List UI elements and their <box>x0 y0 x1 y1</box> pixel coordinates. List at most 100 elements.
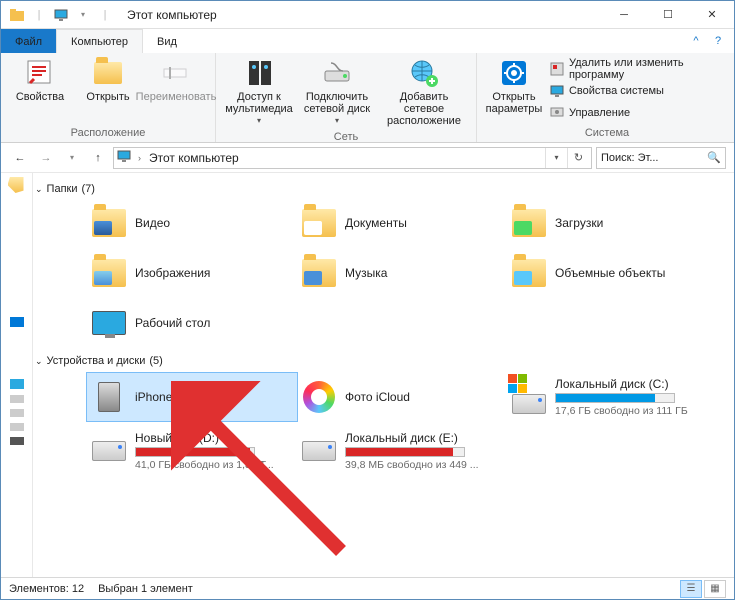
ribbon-group-network-label: Сеть <box>334 129 358 144</box>
search-box[interactable]: Поиск: Эт... 🔍 <box>596 147 726 169</box>
status-elements: Элементов: 12 <box>9 583 84 595</box>
item-name: Фото iCloud <box>345 390 410 404</box>
sidebar-item[interactable] <box>10 437 24 445</box>
title-bar: | ▾ | Этот компьютер ─ ☐ ✕ <box>1 1 734 29</box>
devices-grid: iPhone Pixel Фото iCloud Локальный диск (C… <box>35 373 724 481</box>
navigation-pane[interactable] <box>1 173 33 579</box>
item-icon <box>91 379 127 415</box>
recent-locations-button[interactable]: ▾ <box>61 147 83 169</box>
system-properties-button[interactable]: Свойства системы <box>547 81 731 101</box>
uninstall-label: Удалить или изменить программу <box>569 57 729 81</box>
folder-icon <box>511 255 547 291</box>
media-access-button[interactable]: Доступ к мультимедиа ▾ <box>222 55 296 129</box>
group-folders-count: (7) <box>81 183 94 195</box>
details-view-button[interactable]: ☰ <box>680 580 702 598</box>
sidebar-item[interactable] <box>10 423 24 431</box>
open-settings-button[interactable]: Открыть параметры <box>483 55 545 117</box>
drive-item[interactable]: Новый том (D:)41,0 ГБ свободно из 1,81 Т… <box>87 427 297 475</box>
item-icon <box>511 379 547 415</box>
chevron-down-icon: ⌄ <box>35 356 43 367</box>
media-icon <box>243 57 275 89</box>
folder-icon <box>91 305 127 341</box>
properties-label: Свойства <box>16 91 64 103</box>
icons-view-button[interactable]: ▦ <box>704 580 726 598</box>
sidebar-item[interactable] <box>8 177 26 195</box>
folder-name: Видео <box>135 216 170 230</box>
map-drive-button[interactable]: Подключить сетевой диск ▾ <box>298 55 376 129</box>
manage-button[interactable]: Управление <box>547 103 731 123</box>
group-devices-label: Устройства и диски <box>47 355 146 367</box>
drive-free-space: 17,6 ГБ свободно из 111 ГБ <box>555 405 688 417</box>
manage-icon <box>549 105 565 121</box>
back-button[interactable]: ← <box>9 147 31 169</box>
properties-button[interactable]: Свойства <box>7 55 73 105</box>
address-segment[interactable]: Этот компьютер <box>147 151 241 165</box>
sysprops-icon <box>549 83 565 99</box>
drive-free-space: 39,8 МБ свободно из 449 ... <box>345 459 479 471</box>
tab-file[interactable]: Файл <box>1 29 56 53</box>
refresh-button[interactable]: ↻ <box>567 148 589 168</box>
open-label: Открыть <box>86 91 129 103</box>
item-name: Локальный диск (E:) <box>345 431 479 445</box>
group-header-folders[interactable]: ⌄ Папки (7) <box>35 179 724 201</box>
folder-icon <box>301 205 337 241</box>
status-bar: Элементов: 12 Выбран 1 элемент ☰ ▦ <box>1 577 734 599</box>
sidebar-item[interactable] <box>10 395 24 403</box>
minimize-button[interactable]: ─ <box>602 1 646 29</box>
computer-icon <box>53 7 69 23</box>
device-item[interactable]: Фото iCloud <box>297 373 507 421</box>
open-button[interactable]: Открыть <box>75 55 141 105</box>
address-dropdown-button[interactable]: ▾ <box>545 148 567 168</box>
tab-view[interactable]: Вид <box>143 29 191 53</box>
folder-name: Объемные объекты <box>555 266 665 280</box>
group-devices-count: (5) <box>149 355 162 367</box>
sidebar-item[interactable] <box>10 317 24 327</box>
tab-computer[interactable]: Компьютер <box>56 29 143 53</box>
drive-usage-bar <box>345 447 465 457</box>
chevron-right-icon[interactable]: › <box>136 153 143 163</box>
drive-usage-bar <box>135 447 255 457</box>
qat-dropdown-icon[interactable]: ▾ <box>75 7 91 23</box>
folder-item[interactable]: Рабочий стол <box>87 301 297 345</box>
forward-button: → <box>35 147 57 169</box>
rename-button: Переименовать <box>143 55 209 105</box>
folder-item[interactable]: Изображения <box>87 251 297 295</box>
folder-item[interactable]: Документы <box>297 201 507 245</box>
add-network-location-button[interactable]: Добавить сетевое расположение <box>378 55 470 129</box>
folder-item[interactable]: Объемные объекты <box>507 251 717 295</box>
maximize-button[interactable]: ☐ <box>646 1 690 29</box>
up-button[interactable]: ↑ <box>87 147 109 169</box>
drive-item[interactable]: Локальный диск (C:) 17,6 ГБ свободно из 1… <box>507 373 717 421</box>
help-button[interactable]: ? <box>710 29 734 53</box>
folders-grid: Видео ДокументыЗагрузки ИзображенияМузыка О… <box>35 201 724 351</box>
media-label: Доступ к мультимедиа <box>225 91 293 115</box>
quick-access-toolbar: | ▾ | <box>1 7 121 23</box>
folder-item[interactable]: Музыка <box>297 251 507 295</box>
close-button[interactable]: ✕ <box>690 1 734 29</box>
qat-separator: | <box>31 7 47 23</box>
drive-item[interactable]: Локальный диск (E:) 39,8 МБ свободно из 4… <box>297 427 507 475</box>
folder-item[interactable]: Загрузки <box>507 201 717 245</box>
folder-icon <box>91 255 127 291</box>
qat-separator: | <box>97 7 113 23</box>
drive-usage-bar <box>555 393 675 403</box>
item-name: Локальный диск (C:) <box>555 377 688 391</box>
tab-file-label: Файл <box>15 36 42 48</box>
content-pane[interactable]: ⌄ Папки (7) Видео ДокументыЗагрузки Изобра… <box>33 173 734 579</box>
sysprops-label: Свойства системы <box>569 85 664 97</box>
uninstall-icon <box>549 61 565 77</box>
sidebar-item[interactable] <box>10 379 24 389</box>
address-bar[interactable]: › Этот компьютер ▾ ↻ <box>113 147 592 169</box>
uninstall-button[interactable]: Удалить или изменить программу <box>547 59 731 79</box>
chevron-down-icon: ⌄ <box>35 184 43 195</box>
ribbon-group-location-label: Расположение <box>71 125 146 140</box>
ribbon-group-system-label: Система <box>585 125 629 140</box>
tab-view-label: Вид <box>157 36 177 48</box>
folder-item[interactable]: Видео <box>87 201 297 245</box>
search-placeholder: Поиск: Эт... <box>601 152 659 164</box>
device-item[interactable]: iPhone Pixel <box>87 373 297 421</box>
group-header-devices[interactable]: ⌄ Устройства и диски (5) <box>35 351 724 373</box>
ribbon-help-button[interactable]: ^ <box>686 29 710 53</box>
sidebar-item[interactable] <box>10 409 24 417</box>
rename-label: Переименовать <box>136 91 217 103</box>
